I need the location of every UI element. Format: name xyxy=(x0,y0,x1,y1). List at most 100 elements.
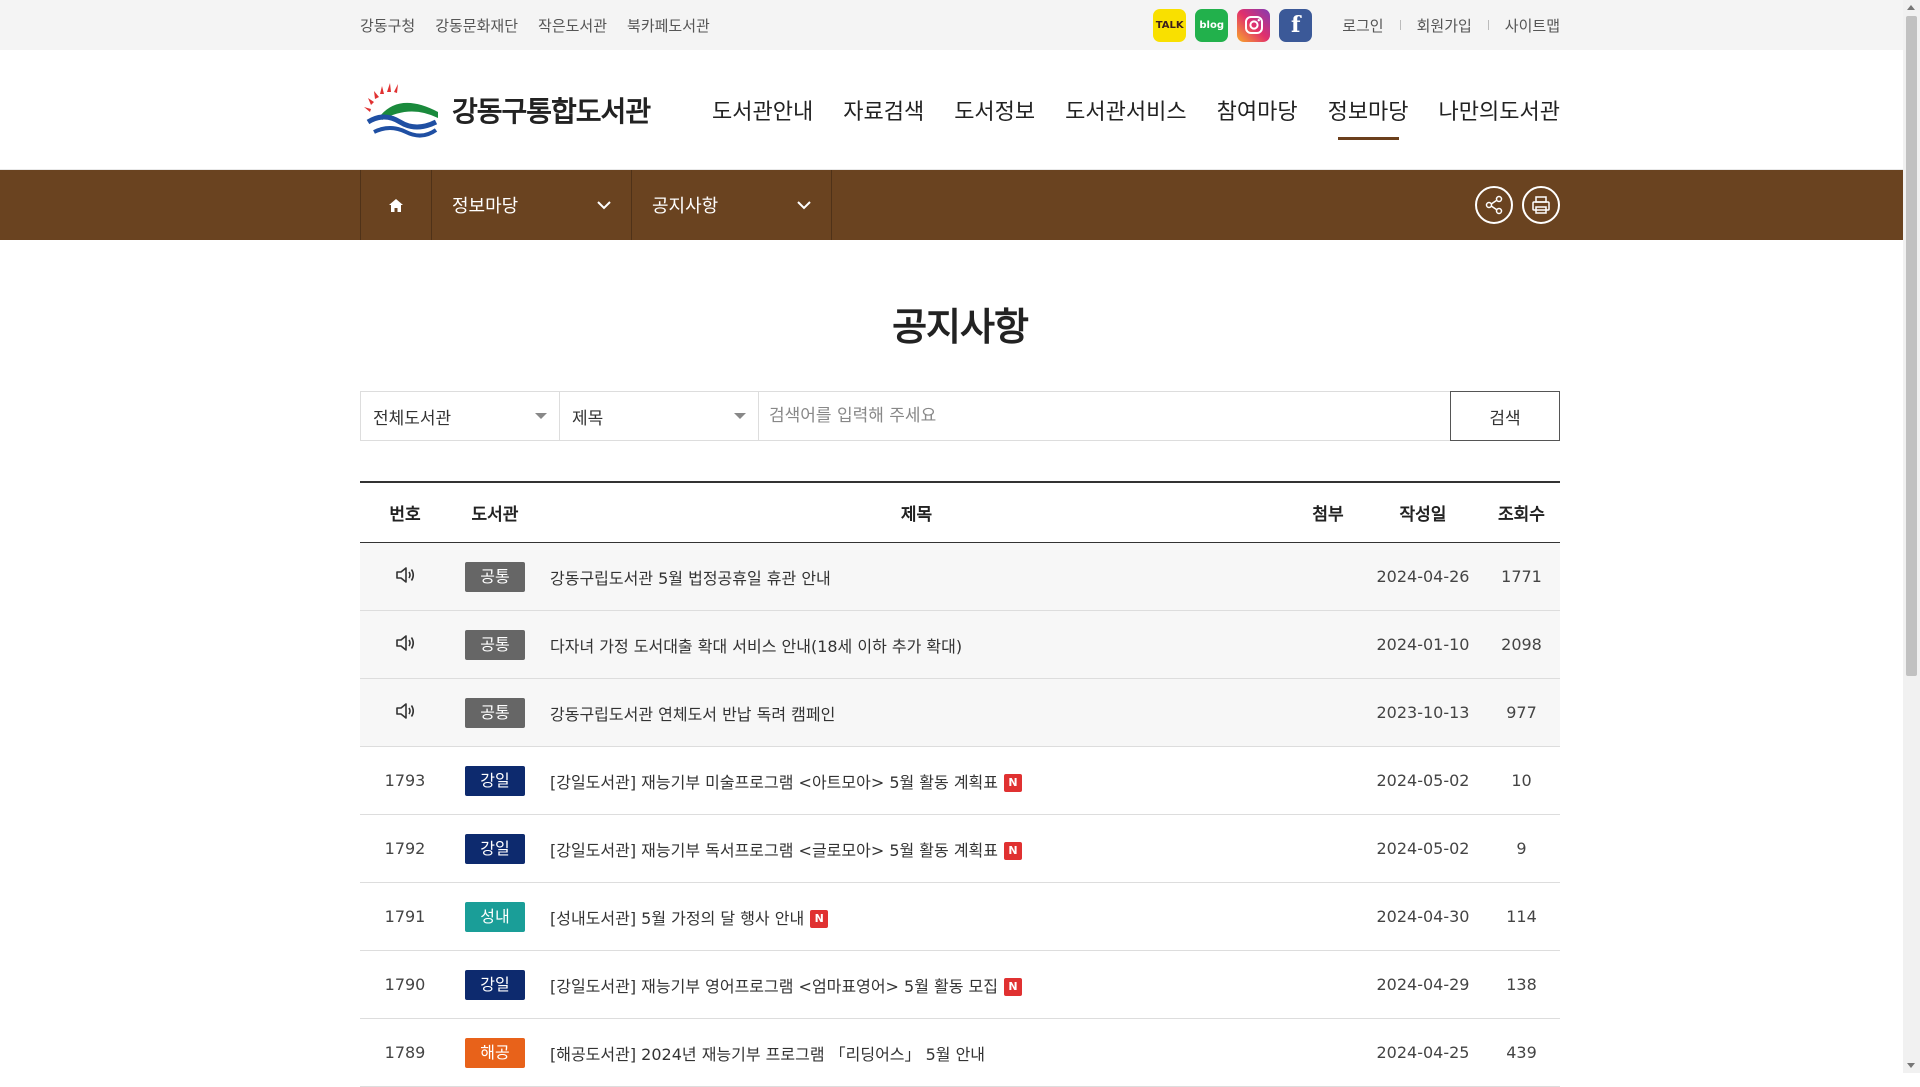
share-button[interactable] xyxy=(1475,186,1513,224)
table-row[interactable]: 1789 해공 [해공도서관] 2024년 재능기부 프로그램 「리딩어스」 5월 … xyxy=(360,1018,1560,1087)
library-select[interactable]: 전체도서관 xyxy=(360,391,560,441)
row-date: 2024-04-30 xyxy=(1363,882,1483,951)
library-badge: 해공 xyxy=(465,1037,525,1068)
gnb-participation[interactable]: 참여마당 xyxy=(1217,86,1298,134)
share-icon xyxy=(1485,195,1503,215)
instagram-icon[interactable] xyxy=(1237,8,1271,42)
row-title-link[interactable]: 다자녀 가정 도서대출 확대 서비스 안내(18세 이하 추가 확대) xyxy=(550,637,962,656)
search-input-wrap xyxy=(758,391,1451,441)
row-title-link[interactable]: [강일도서관] 재능기부 독서프로그램 <글로모아> 5월 활동 계획표 xyxy=(550,841,998,860)
link-small-library[interactable]: 작은도서관 xyxy=(538,15,607,36)
row-title-link[interactable]: [해공도서관] 2024년 재능기부 프로그램 「리딩어스」 5월 안내 xyxy=(550,1045,985,1064)
row-attachment xyxy=(1293,950,1363,1019)
blog-icon[interactable]: blog xyxy=(1195,8,1229,42)
site-logo[interactable]: 강동구통합도서관 xyxy=(360,82,651,138)
gnb-search[interactable]: 자료검색 xyxy=(843,86,924,134)
row-title-cell: [강일도서관] 재능기부 미술프로그램 <아트모아> 5월 활동 계획표 N xyxy=(540,746,1293,815)
kakaotalk-icon[interactable]: TALK xyxy=(1153,8,1187,42)
link-gangdong-gu[interactable]: 강동구청 xyxy=(360,15,415,36)
row-title-cell: [강일도서관] 재능기부 독서프로그램 <글로모아> 5월 활동 계획표 N xyxy=(540,814,1293,883)
row-title-link[interactable]: [성내도서관] 5월 가정의 달 행사 안내 xyxy=(550,909,804,928)
table-row[interactable]: 1790 강일 [강일도서관] 재능기부 영어프로그램 <엄마표영어> 5월 활동 … xyxy=(360,950,1560,1019)
row-title-cell: [강일도서관] 재능기부 영어프로그램 <엄마표영어> 5월 활동 모집 N xyxy=(540,950,1293,1019)
row-date: 2024-04-29 xyxy=(1363,950,1483,1019)
page-scrollbar[interactable] xyxy=(1903,0,1920,1073)
search-field-select[interactable]: 제목 xyxy=(559,391,759,441)
header-attachment: 첨부 xyxy=(1293,482,1363,543)
search-input[interactable] xyxy=(759,392,1450,440)
gnb-information[interactable]: 정보마당 xyxy=(1328,86,1409,140)
row-library: 강일 xyxy=(450,950,540,1019)
row-views: 9 xyxy=(1483,814,1560,883)
link-bookcafe-library[interactable]: 북카페도서관 xyxy=(627,15,710,36)
notice-row[interactable]: 공통 다자녀 가정 도서대출 확대 서비스 안내(18세 이하 추가 확대) 202… xyxy=(360,610,1560,679)
row-number-notice xyxy=(360,542,450,611)
row-number: 1792 xyxy=(360,814,450,883)
row-attachment xyxy=(1293,746,1363,815)
scroll-up-arrow-icon[interactable] xyxy=(1907,5,1915,10)
utility-bar: 강동구청 강동문화재단 작은도서관 북카페도서관 TALK blog f 로그인… xyxy=(0,0,1920,50)
location-depth2-label: 공지사항 xyxy=(652,196,719,217)
header-title: 제목 xyxy=(540,482,1293,543)
sns-links: TALK blog f xyxy=(1153,8,1313,42)
facebook-icon[interactable]: f xyxy=(1279,8,1313,42)
new-badge: N xyxy=(1004,978,1022,996)
row-library: 강일 xyxy=(450,746,540,815)
caret-down-icon xyxy=(535,413,547,419)
login-link[interactable]: 로그인 xyxy=(1342,15,1383,36)
row-title-link[interactable]: [강일도서관] 재능기부 영어프로그램 <엄마표영어> 5월 활동 모집 xyxy=(550,977,998,996)
row-title-cell: [성내도서관] 5월 가정의 달 행사 안내 N xyxy=(540,882,1293,951)
row-title-link[interactable]: [강일도서관] 재능기부 미술프로그램 <아트모아> 5월 활동 계획표 xyxy=(550,773,998,792)
page-title: 공지사항 xyxy=(892,305,1029,349)
row-attachment xyxy=(1293,542,1363,611)
search-button[interactable]: 검색 xyxy=(1450,391,1560,441)
account-links: 로그인 회원가입 사이트맵 xyxy=(1342,15,1560,36)
join-link[interactable]: 회원가입 xyxy=(1417,15,1472,36)
row-attachment xyxy=(1293,814,1363,883)
row-number: 1789 xyxy=(360,1018,450,1087)
row-number-notice xyxy=(360,678,450,747)
library-badge: 공통 xyxy=(465,697,525,728)
new-badge: N xyxy=(1004,774,1022,792)
page-tools xyxy=(1475,170,1560,240)
gnb-library-service[interactable]: 도서관서비스 xyxy=(1065,86,1186,134)
row-title-link[interactable]: 강동구립도서관 5월 법정공휴일 휴관 안내 xyxy=(550,569,831,588)
site-logo-text: 강동구통합도서관 xyxy=(452,94,651,128)
row-views: 977 xyxy=(1483,678,1560,747)
table-row[interactable]: 1792 강일 [강일도서관] 재능기부 독서프로그램 <글로모아> 5월 활동 계… xyxy=(360,814,1560,883)
logo-emblem-icon xyxy=(364,82,438,137)
row-date: 2024-04-26 xyxy=(1363,542,1483,611)
gnb-library-guide[interactable]: 도서관안내 xyxy=(712,86,813,134)
notice-row[interactable]: 공통 강동구립도서관 5월 법정공휴일 휴관 안내 2024-04-26 1771 xyxy=(360,542,1560,611)
table-row[interactable]: 1793 강일 [강일도서관] 재능기부 미술프로그램 <아트모아> 5월 활동 계… xyxy=(360,746,1560,815)
link-gangdong-culture[interactable]: 강동문화재단 xyxy=(435,15,518,36)
row-library: 강일 xyxy=(450,814,540,883)
location-depth1-label: 정보마당 xyxy=(452,196,519,217)
row-date: 2024-01-10 xyxy=(1363,610,1483,679)
library-badge: 공통 xyxy=(465,561,525,592)
header-date: 작성일 xyxy=(1363,482,1483,543)
row-library: 공통 xyxy=(450,610,540,679)
scroll-down-arrow-icon[interactable] xyxy=(1907,1063,1915,1068)
caret-down-icon xyxy=(734,413,746,419)
row-title-link[interactable]: 강동구립도서관 연체도서 반납 독려 캠페인 xyxy=(550,705,835,724)
row-views: 10 xyxy=(1483,746,1560,815)
table-row[interactable]: 1791 성내 [성내도서관] 5월 가정의 달 행사 안내 N 2024-04-30 1… xyxy=(360,882,1560,951)
row-library: 해공 xyxy=(450,1018,540,1087)
home-icon xyxy=(389,198,403,212)
print-button[interactable] xyxy=(1522,186,1560,224)
home-button[interactable] xyxy=(360,170,432,240)
location-depth2-dropdown[interactable]: 공지사항 xyxy=(632,170,832,240)
gnb-book-info[interactable]: 도서정보 xyxy=(954,86,1035,134)
scrollbar-thumb[interactable] xyxy=(1906,16,1917,676)
row-views: 114 xyxy=(1483,882,1560,951)
row-date: 2023-10-13 xyxy=(1363,678,1483,747)
table-header-row: 번호 도서관 제목 첨부 작성일 조회수 xyxy=(360,482,1560,543)
location-depth1-dropdown[interactable]: 정보마당 xyxy=(432,170,632,240)
gnb-my-library[interactable]: 나만의도서관 xyxy=(1439,86,1560,134)
row-number: 1790 xyxy=(360,950,450,1019)
sitemap-link[interactable]: 사이트맵 xyxy=(1505,15,1560,36)
notice-row[interactable]: 공통 강동구립도서관 연체도서 반납 독려 캠페인 2023-10-13 977 xyxy=(360,678,1560,747)
library-badge: 공통 xyxy=(465,629,525,660)
row-title-cell: [해공도서관] 2024년 재능기부 프로그램 「리딩어스」 5월 안내 xyxy=(540,1018,1293,1087)
